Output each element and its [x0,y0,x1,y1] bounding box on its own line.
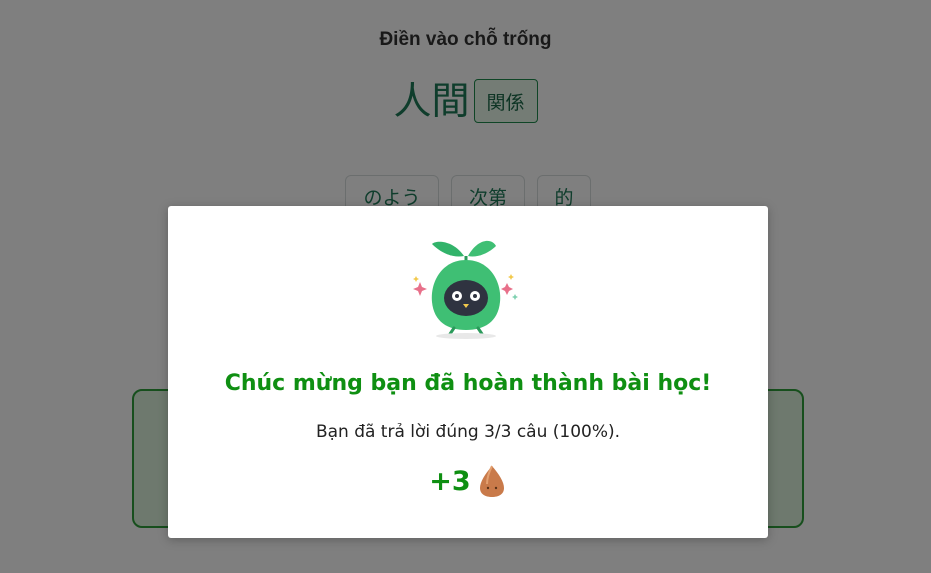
reward-amount: +3 [429,465,471,497]
dialog-title: Chúc mừng bạn đã hoàn thành bài học! [224,371,712,396]
reward: +3 [168,464,768,498]
lesson-complete-dialog: Chúc mừng bạn đã hoàn thành bài học! Bạn… [168,206,768,538]
dialog-message: Bạn đã trả lời đúng 3/3 câu (100%). [315,422,621,442]
seed-icon [479,465,504,497]
sprout-mascot-icon [413,240,518,339]
